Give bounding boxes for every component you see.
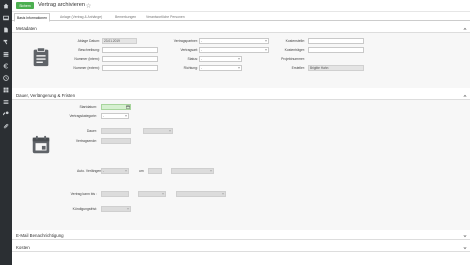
label-beschreibung: Beschreibung: — [78, 48, 100, 52]
vertragsende-input[interactable] — [101, 137, 131, 144]
vertrag-kann-bis-input[interactable] — [101, 190, 129, 197]
vertrag-kann-bis-art-select[interactable] — [176, 190, 226, 197]
label-startdatum: Startdatum: — [79, 105, 97, 109]
chevron-down-icon — [210, 170, 212, 172]
vertrag-kann-bis-select[interactable] — [138, 190, 166, 197]
status-select[interactable]: - — [199, 55, 242, 62]
ablage-datum-field: 23.01.2019 — [102, 37, 137, 44]
chevron-down-icon — [265, 40, 267, 42]
chevron-down-icon — [238, 58, 240, 60]
label-kostenstelle: Kostenstelle: — [285, 39, 305, 43]
kuendigungsfrist-select[interactable] — [101, 205, 131, 212]
status-value: - — [201, 56, 203, 61]
label-vertragsart: Vertragsart: — [180, 48, 198, 52]
nummer-extern-input[interactable] — [102, 64, 158, 71]
page-bottom — [12, 252, 470, 265]
tab-bemerkungen[interactable]: Bemerkungen — [112, 13, 139, 21]
section-title: Kosten — [16, 245, 30, 250]
label-vertragspartner: Vertragspartner: — [173, 39, 198, 43]
beschreibung-input[interactable] — [102, 46, 158, 53]
list-icon[interactable] — [2, 98, 10, 105]
dauer-einheit-select[interactable] — [143, 127, 173, 134]
vertragspartner-value: - — [201, 38, 203, 43]
vertragsart-value: - — [201, 47, 203, 52]
section-metadaten-body: Ablage Datum: 23.01.2019 Beschreibung: N… — [12, 33, 470, 88]
section-metadaten-header[interactable]: Metadaten — [12, 25, 470, 33]
link-icon[interactable] — [2, 122, 10, 129]
label-projektnummer: Projektnummer: — [281, 57, 305, 61]
chevron-down-icon — [125, 170, 127, 172]
section-title: E-Mail Benachrichtigung — [16, 233, 64, 238]
calendar-icon[interactable] — [125, 105, 130, 109]
grid-icon[interactable] — [2, 86, 10, 93]
section-email-header[interactable]: E-Mail Benachrichtigung — [12, 232, 470, 240]
label-nummer-extern: Nummer (extern): — [73, 66, 100, 70]
chevron-up-icon[interactable] — [463, 27, 467, 31]
um-input[interactable] — [148, 167, 162, 174]
vertragspartner-select[interactable]: - — [199, 37, 269, 44]
clipboard-icon — [33, 47, 49, 67]
auto-verlaengerung-select[interactable]: - — [101, 167, 129, 174]
label-ersteller: Ersteller: — [291, 66, 305, 70]
chevron-down-icon — [127, 208, 129, 210]
label-kuendigungsfrist: Kündigungsfrist: — [72, 207, 97, 211]
label-kostentraeger: Kostenträger: — [284, 48, 305, 52]
section-dauer-header[interactable]: Dauer, Verlängerung & Fristen — [12, 92, 470, 100]
nummer-intern-input[interactable] — [102, 55, 158, 62]
richtung-value: - — [201, 65, 203, 70]
chevron-down-icon — [162, 193, 164, 195]
tab-verantwortliche-personen[interactable]: Verantwortliche Personen — [143, 13, 188, 21]
startdatum-input[interactable] — [101, 103, 131, 110]
label-ablage-datum: Ablage Datum: — [77, 39, 100, 43]
label-um: um — [139, 169, 144, 173]
label-vertragskategorie: Vertragskategorie: — [69, 114, 97, 118]
dauer-input[interactable] — [101, 127, 131, 134]
home-icon[interactable] — [2, 2, 10, 9]
stack-icon[interactable] — [2, 50, 10, 57]
top-toolbar: Sichern Vertrag archivieren — [12, 0, 470, 12]
euro-icon[interactable] — [2, 62, 10, 69]
kostentraeger-input[interactable] — [308, 46, 364, 53]
section-dauer-body: Startdatum: Vertragskategorie: - Dauer: … — [12, 100, 470, 230]
section-title: Dauer, Verlängerung & Fristen — [16, 93, 76, 98]
hammer-icon[interactable] — [2, 38, 10, 45]
inbox-icon[interactable] — [2, 14, 10, 21]
chevron-down-icon[interactable] — [463, 234, 467, 238]
label-nummer-intern: Nummer (intern): — [74, 57, 100, 61]
save-button[interactable]: Sichern — [16, 2, 34, 9]
tab-anlage[interactable]: Anlage (Vertrag & Anhänge) — [57, 13, 105, 21]
label-vertragsende: Vertragsende: — [75, 139, 97, 143]
chevron-down-icon — [125, 115, 127, 117]
chevron-down-icon — [238, 67, 240, 69]
chevron-down-icon — [169, 130, 171, 132]
section-title: Metadaten — [16, 26, 37, 31]
vertragskategorie-value: - — [103, 113, 105, 118]
page-title: Vertrag archivieren — [38, 2, 85, 8]
chevron-up-icon[interactable] — [463, 94, 467, 98]
label-status: Status: — [187, 57, 198, 61]
richtung-select[interactable]: - — [199, 64, 242, 71]
clock-icon[interactable] — [2, 74, 10, 81]
chevron-down-icon — [222, 193, 224, 195]
vertragsart-select[interactable]: - — [199, 46, 269, 53]
chevron-down-icon[interactable] — [463, 246, 467, 250]
kostenstelle-input[interactable] — [308, 37, 364, 44]
section-kosten-header[interactable]: Kosten — [12, 244, 470, 252]
tab-basis-informationen[interactable]: Basis Informationen — [14, 13, 50, 22]
tab-bar: Basis Informationen Anlage (Vertrag & An… — [12, 12, 470, 22]
auto-verlaengerung-value: - — [103, 168, 105, 173]
sidebar — [0, 0, 12, 265]
label-vertrag-kann-bis: Vertrag kann bis : — [70, 192, 97, 196]
vertragskategorie-select[interactable]: - — [101, 112, 129, 119]
label-dauer: Dauer: — [86, 129, 97, 133]
star-icon[interactable] — [86, 2, 91, 8]
um-einheit-select[interactable] — [171, 167, 214, 174]
chevron-down-icon — [265, 49, 267, 51]
calendar-icon — [32, 135, 50, 154]
wrench-icon[interactable] — [2, 110, 10, 117]
ersteller-field: Brigitte Hahn — [308, 64, 364, 71]
label-richtung: Richtung: — [183, 66, 198, 70]
file-icon[interactable] — [2, 26, 10, 33]
